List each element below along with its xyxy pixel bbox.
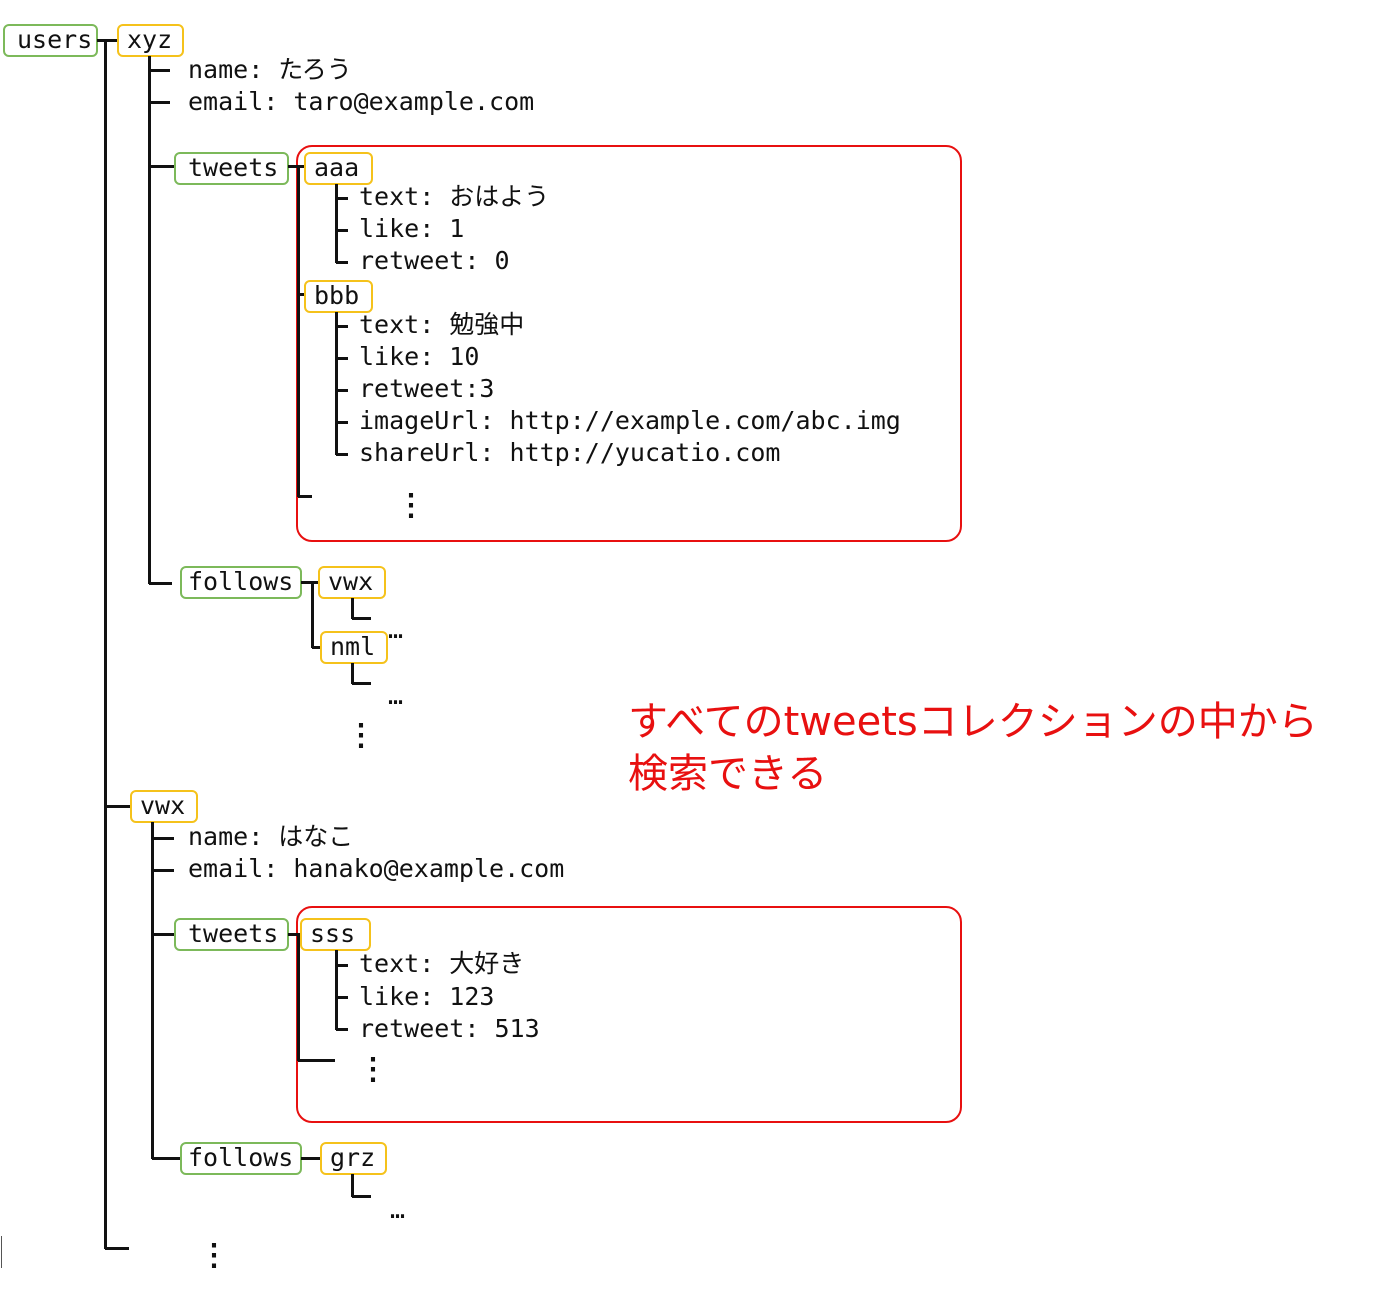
connector-line xyxy=(352,1194,371,1198)
connector-line xyxy=(312,645,320,649)
connector-line xyxy=(352,681,371,685)
connector-line xyxy=(152,868,174,872)
field: like: 1 xyxy=(359,214,465,243)
field: text: 大好き xyxy=(359,949,525,978)
tweets-collection: tweets xyxy=(174,152,289,185)
connector-line xyxy=(301,580,318,584)
connector-line xyxy=(149,68,170,72)
connector-line xyxy=(298,1058,335,1062)
note-line-2: 検索できる xyxy=(628,751,828,797)
connector-line xyxy=(336,452,348,456)
vertical-ellipsis: ⋮ xyxy=(396,488,426,523)
user-doc-xyz: xyz xyxy=(117,24,184,57)
connector-line xyxy=(310,582,314,648)
ellipsis: … xyxy=(388,681,404,710)
connector-line xyxy=(105,1246,129,1250)
ellipsis: … xyxy=(390,1195,406,1224)
connector-line xyxy=(296,934,300,1061)
connector-line xyxy=(147,56,151,584)
connector-line xyxy=(301,1156,320,1160)
connector-line xyxy=(336,260,348,264)
connector-line xyxy=(152,1156,180,1160)
field: name: たろう xyxy=(188,55,352,84)
connector-line xyxy=(152,836,174,840)
vertical-ellipsis: ⋮ xyxy=(346,718,376,753)
connector-line xyxy=(105,804,130,808)
field: retweet:3 xyxy=(359,374,495,403)
ellipsis: … xyxy=(388,615,404,644)
connector-line xyxy=(150,822,154,1159)
field: like: 10 xyxy=(359,342,480,371)
field: text: 勉強中 xyxy=(359,310,525,339)
field: shareUrl: http://yucatio.com xyxy=(359,438,781,467)
note-line-1: すべてのtweetsコレクションの中から xyxy=(628,699,1318,745)
tweet-doc-sss: sss xyxy=(300,918,371,951)
connector-line xyxy=(336,324,348,328)
connector-line xyxy=(97,38,117,42)
vertical-ellipsis: ⋮ xyxy=(199,1238,229,1273)
connector-line xyxy=(296,166,300,497)
connector-line xyxy=(334,950,338,1030)
field: retweet: 0 xyxy=(359,246,510,275)
connector-line xyxy=(336,420,348,424)
connector-line xyxy=(149,100,170,104)
connector-line xyxy=(149,581,172,585)
connector-line xyxy=(103,40,107,1249)
connector-line xyxy=(152,932,174,936)
connector-line xyxy=(336,196,348,200)
field: email: hanako@example.com xyxy=(188,854,565,883)
vertical-ellipsis: ⋮ xyxy=(358,1052,388,1087)
connector-line xyxy=(336,388,348,392)
connector-line xyxy=(0,1236,2,1268)
connector-line xyxy=(352,616,371,620)
field: email: taro@example.com xyxy=(188,87,535,116)
connector-line xyxy=(298,292,304,296)
field: imageUrl: http://example.com/abc.img xyxy=(359,406,901,435)
follow-doc-nml: nml xyxy=(320,631,388,664)
field: name: はなこ xyxy=(188,822,354,851)
connector-line xyxy=(336,995,348,999)
connector-line xyxy=(336,1027,348,1031)
follow-doc-vwx: vwx xyxy=(318,566,386,599)
annotation-note: すべてのtweetsコレクションの中から 検索できる xyxy=(628,696,1318,800)
field: like: 123 xyxy=(359,982,495,1011)
follow-doc-grz: grz xyxy=(320,1142,387,1175)
user-doc-vwx: vwx xyxy=(130,790,198,823)
field: retweet: 513 xyxy=(359,1014,540,1043)
connector-line xyxy=(334,312,338,455)
connector-line xyxy=(298,494,312,498)
field: text: おはよう xyxy=(359,182,550,211)
connector-line xyxy=(149,164,174,168)
follows-collection: follows xyxy=(180,566,302,599)
users-collection: users xyxy=(3,24,98,57)
connector-line xyxy=(336,963,348,967)
follows-collection: follows xyxy=(180,1142,302,1175)
connector-line xyxy=(336,228,348,232)
connector-line xyxy=(336,356,348,360)
tweets-collection: tweets xyxy=(174,918,289,951)
